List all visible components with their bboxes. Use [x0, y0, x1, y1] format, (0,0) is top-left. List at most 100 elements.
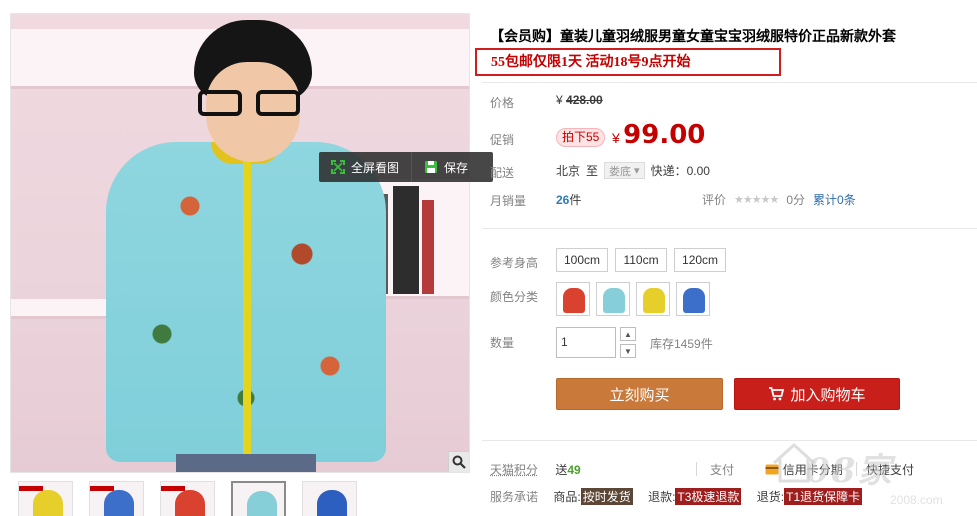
review-count-value: 0 — [837, 193, 844, 207]
refund-prefix: 退款: — [648, 490, 676, 504]
destination-value: 娄底 — [609, 165, 632, 178]
payment-label: 支付 — [710, 463, 735, 477]
monthly-sales-count: 26 — [556, 193, 570, 207]
thumbnail-item[interactable] — [18, 481, 73, 516]
product-title: 【会员购】童装儿童羽绒服男童女童宝宝羽绒服特价正品新款外套 — [490, 28, 896, 44]
divider — [482, 228, 977, 229]
original-price-label: 价格 — [490, 96, 515, 110]
color-swatch[interactable] — [676, 282, 710, 316]
points-value: 49 — [567, 463, 581, 477]
points-label: 天猫积分 — [490, 463, 539, 477]
buy-now-label: 立刻购买 — [609, 386, 670, 404]
color-options — [556, 282, 710, 316]
size-option[interactable]: 110cm — [615, 248, 668, 272]
shipping-label: 配送 — [490, 166, 515, 180]
ship-to-word: 至 — [586, 164, 599, 178]
color-swatch[interactable] — [556, 282, 590, 316]
monthly-sales-label: 月销量 — [490, 194, 527, 208]
floppy-disk-icon — [425, 161, 438, 173]
rating-label: 评价 — [702, 193, 727, 207]
chevron-down-icon: ▾ — [634, 165, 640, 177]
promo-price-label: 促销 — [490, 133, 515, 147]
size-option[interactable]: 120cm — [674, 248, 727, 272]
save-button[interactable]: 保存 — [412, 152, 480, 182]
promo-price: ¥ 99.00 — [612, 120, 705, 150]
original-price-value: 428.00 — [566, 93, 603, 107]
jeans — [176, 454, 316, 472]
express-fee: 快递：0.00 — [650, 164, 710, 178]
quantity-increase-button[interactable]: ▲ — [620, 327, 636, 341]
quantity-decrease-button[interactable]: ▼ — [620, 344, 636, 358]
payment-row: 支付 信用卡分期 — [710, 461, 843, 478]
save-label: 保存 — [444, 160, 469, 175]
product-main-image[interactable] — [10, 13, 470, 473]
goods-prefix: 商品: — [553, 490, 581, 504]
ship-from: 北京 — [556, 164, 581, 178]
jacket-thumbnail — [683, 288, 705, 313]
return-prefix: 退货: — [756, 490, 785, 504]
background-book — [393, 186, 419, 294]
size-label: 参考身高 — [490, 256, 539, 270]
color-swatch[interactable] — [636, 282, 670, 316]
chevron-up-icon: ▲ — [624, 329, 632, 339]
original-price-currency: ¥ — [556, 93, 563, 107]
buy-now-button[interactable]: 立刻购买 — [556, 378, 723, 410]
promo-price-value: 99.00 — [623, 120, 706, 150]
rating-stars-icon: ★★★★★ — [734, 194, 779, 206]
points-row: 天猫积分 送49 — [490, 461, 581, 478]
row-separator — [696, 462, 697, 476]
jacket-thumbnail — [603, 288, 625, 313]
jacket-thumbnail — [643, 288, 665, 313]
quick-pay-link[interactable]: 快捷支付 — [866, 461, 914, 478]
thumbnail-item[interactable] — [89, 481, 144, 516]
cart-icon — [769, 387, 785, 401]
stock-count: 库存1459件 — [650, 337, 713, 351]
add-to-cart-button[interactable]: 加入购物车 — [734, 378, 900, 410]
magnifier-icon — [452, 455, 466, 469]
row-separator — [856, 462, 857, 476]
magnifier-button[interactable] — [448, 451, 469, 472]
promo-price-currency: ¥ — [612, 130, 620, 146]
model-child — [106, 14, 386, 472]
jacket-thumbnail — [563, 288, 585, 313]
thumbnail-strip — [10, 481, 470, 516]
on-time-shipping-badge: 按时发货 — [580, 488, 633, 505]
rating-summary: 评价 ★★★★★ 0分 累计0条 — [702, 191, 856, 208]
thumbnail-item[interactable] — [302, 481, 357, 516]
promo-tag: 拍下55 — [556, 128, 606, 147]
color-swatch[interactable] — [596, 282, 630, 316]
background-book — [422, 200, 434, 294]
fullscreen-label: 全屏看图 — [351, 160, 400, 175]
jacket-zipper — [243, 154, 251, 462]
monthly-sales-unit: 件 — [569, 193, 582, 207]
destination-select[interactable]: 娄底 ▾ — [604, 162, 645, 179]
quantity-label: 数量 — [490, 336, 515, 350]
shipping-info: 北京 至 娄底 ▾ 快递：0.00 — [556, 162, 710, 179]
return-guarantee-badge: T1退货保障卡 — [784, 488, 863, 505]
quantity-input[interactable]: 1 — [556, 327, 616, 358]
thumbnail-item-selected[interactable] — [231, 481, 286, 516]
original-price: ¥ 428.00 — [556, 93, 603, 107]
divider — [482, 82, 977, 83]
review-count-link[interactable]: 累计0条 — [813, 191, 856, 208]
credit-installment-link[interactable]: 信用卡分期 — [783, 463, 843, 477]
review-count-suffix: 条 — [843, 193, 856, 207]
color-label: 颜色分类 — [490, 290, 539, 304]
background-shelf — [11, 299, 111, 319]
fullscreen-icon — [331, 160, 345, 174]
watermark-url: 2008.com — [890, 493, 943, 507]
fullscreen-button[interactable]: 全屏看图 — [319, 152, 411, 182]
credit-card-icon — [765, 464, 779, 475]
service-row: 服务承诺 商品: 按时发货 退款: T3极速退款 退货: T1退货保障卡 — [490, 488, 863, 505]
image-toolbar: 全屏看图 保存 — [319, 152, 493, 182]
divider — [482, 440, 977, 441]
glasses — [198, 90, 306, 118]
fast-refund-badge: T3极速退款 — [675, 488, 742, 505]
add-to-cart-label: 加入购物车 — [790, 386, 866, 404]
thumbnail-item[interactable] — [160, 481, 215, 516]
size-option[interactable]: 100cm — [556, 248, 609, 272]
chevron-down-icon: ▼ — [624, 346, 632, 356]
review-count-prefix: 累计 — [813, 193, 838, 207]
monthly-sales: 26件 — [556, 191, 581, 208]
size-options: 100cm 110cm 120cm — [556, 248, 727, 272]
